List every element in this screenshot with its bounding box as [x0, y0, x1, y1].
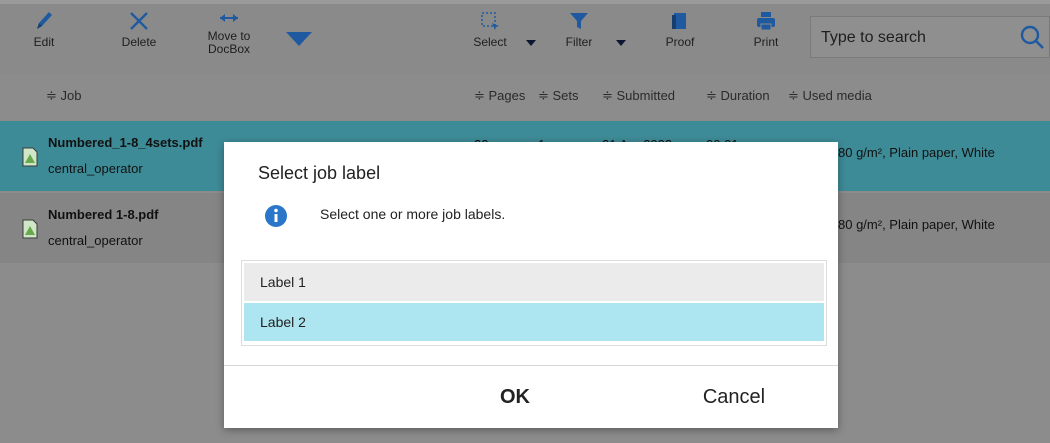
label-option[interactable]: Label 1	[244, 263, 824, 301]
filter-button[interactable]: Filter	[562, 8, 596, 49]
column-job[interactable]: ≑ Job	[46, 88, 81, 104]
cancel-button[interactable]: Cancel	[684, 382, 784, 412]
search-box	[810, 16, 1050, 58]
toolbar: Edit Delete Move to DocBox Select Filter…	[0, 0, 1050, 74]
select-button[interactable]: Select	[470, 8, 510, 49]
proof-label: Proof	[665, 35, 695, 49]
chevron-down-icon	[286, 32, 312, 46]
filter-label: Filter	[565, 35, 593, 49]
printer-icon	[755, 8, 777, 34]
more-actions-dropdown[interactable]	[284, 30, 314, 53]
select-icon	[479, 8, 501, 34]
move-label: Move to DocBox	[207, 29, 251, 56]
job-user: central_operator	[48, 161, 143, 176]
search-icon[interactable]	[1019, 24, 1045, 55]
label-list: Label 1 Label 2	[241, 260, 827, 346]
move-to-docbox-button[interactable]: Move to DocBox	[200, 8, 258, 56]
job-table-header: ≑ Job ≑ Pages ≑ Sets ≑ Submitted ≑ Durat…	[0, 74, 1050, 118]
job-name: Numbered_1-8_4sets.pdf	[48, 135, 203, 150]
dialog-message: Select one or more job labels.	[320, 206, 506, 222]
filter-caret-icon[interactable]	[616, 40, 626, 46]
column-duration[interactable]: ≑ Duration	[706, 88, 770, 104]
print-button[interactable]: Print	[748, 8, 784, 49]
column-submitted[interactable]: ≑ Submitted	[602, 88, 675, 104]
delete-button[interactable]: Delete	[116, 8, 162, 49]
column-sets[interactable]: ≑ Sets	[538, 88, 579, 104]
search-input[interactable]	[819, 25, 1013, 51]
ok-button[interactable]: OK	[470, 382, 560, 412]
job-media: 80 g/m², Plain paper, White	[838, 217, 995, 232]
proof-button[interactable]: Proof	[660, 8, 700, 49]
move-arrows-icon	[218, 8, 240, 28]
select-job-label-dialog: Select job label Select one or more job …	[224, 142, 838, 428]
info-icon	[264, 204, 288, 233]
edit-label: Edit	[33, 35, 55, 49]
print-label: Print	[753, 35, 779, 49]
job-user: central_operator	[48, 233, 143, 248]
proof-icon	[670, 8, 690, 34]
column-pages[interactable]: ≑ Pages	[474, 88, 525, 104]
dialog-title: Select job label	[258, 163, 381, 183]
document-icon	[22, 147, 38, 170]
select-label: Select	[473, 35, 507, 49]
label-option-selected[interactable]: Label 2	[244, 303, 824, 341]
app-window: Edit Delete Move to DocBox Select Filter…	[0, 0, 1050, 443]
pencil-icon	[33, 8, 55, 34]
close-icon	[128, 8, 150, 34]
job-media: 80 g/m², Plain paper, White	[838, 145, 995, 160]
dialog-divider	[224, 365, 838, 366]
job-name: Numbered 1-8.pdf	[48, 207, 159, 222]
document-icon	[22, 219, 38, 242]
column-used-media[interactable]: ≑ Used media	[788, 88, 872, 104]
edit-button[interactable]: Edit	[24, 8, 64, 49]
select-caret-icon[interactable]	[526, 40, 536, 46]
filter-icon	[568, 8, 590, 34]
delete-label: Delete	[121, 35, 157, 49]
